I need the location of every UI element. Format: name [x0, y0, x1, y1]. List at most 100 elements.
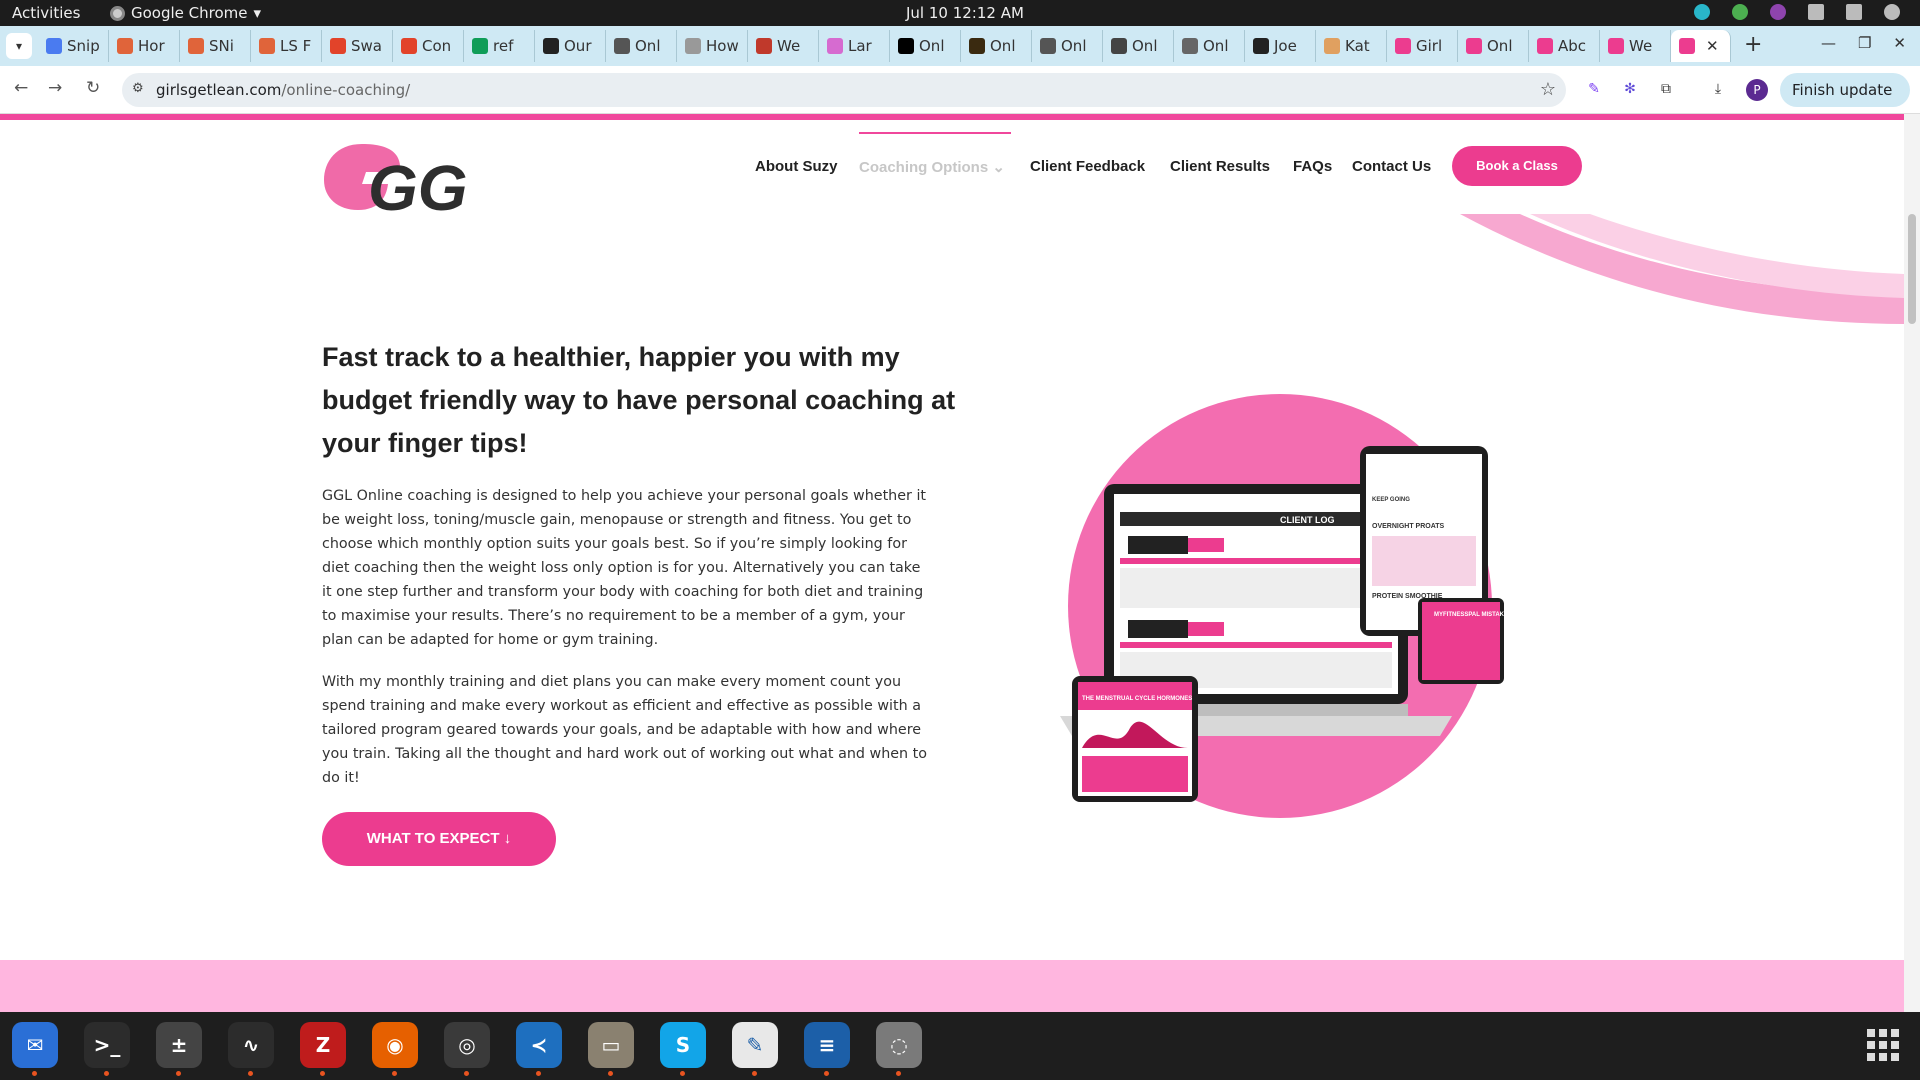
browser-tab[interactable]: Onl: [961, 30, 1032, 62]
dock-skype-icon[interactable]: S: [660, 1022, 706, 1076]
browser-tab[interactable]: Kat: [1316, 30, 1387, 62]
site-info-icon[interactable]: ⚙: [132, 81, 144, 96]
browser-tab[interactable]: Abc: [1529, 30, 1600, 62]
nav-faqs[interactable]: FAQs: [1293, 158, 1332, 175]
power-icon[interactable]: [1884, 4, 1900, 20]
browser-tab[interactable]: Onl: [1103, 30, 1174, 62]
scrollbar-thumb[interactable]: [1908, 214, 1916, 324]
network-icon[interactable]: [1808, 4, 1824, 20]
running-indicator: [536, 1071, 541, 1076]
url-text[interactable]: girlsgetlean.com/online-coaching/: [156, 81, 410, 99]
address-bar[interactable]: ⚙ girlsgetlean.com/online-coaching/ ☆: [122, 73, 1566, 107]
browser-tab[interactable]: Onl: [1174, 30, 1245, 62]
browser-tab[interactable]: Joe: [1245, 30, 1316, 62]
app-menu[interactable]: Google Chrome ▾: [110, 4, 261, 22]
tab-label: Hor: [138, 37, 165, 55]
reload-icon[interactable]: ↻: [86, 78, 100, 98]
chrome-icon: [110, 5, 125, 21]
dock-calculator-icon[interactable]: ±: [156, 1022, 202, 1076]
tab-label: SNi: [209, 37, 234, 55]
dock-files-icon[interactable]: ▭: [588, 1022, 634, 1076]
browser-tab[interactable]: ref: [464, 30, 535, 62]
gear-extension-icon[interactable]: ✻: [1620, 79, 1640, 99]
dock-firefox-icon[interactable]: ◉: [372, 1022, 418, 1076]
running-indicator: [320, 1071, 325, 1076]
browser-tab[interactable]: LS F: [251, 30, 322, 62]
browser-tab[interactable]: Swa: [322, 30, 393, 62]
update-icon[interactable]: [1694, 4, 1710, 20]
tab-favicon-icon: [1537, 38, 1553, 54]
browser-tab[interactable]: Lar: [819, 30, 890, 62]
browser-tab[interactable]: Onl: [606, 30, 677, 62]
running-indicator: [752, 1071, 757, 1076]
browser-toolbar: ← → ↻ ⚙ girlsgetlean.com/online-coaching…: [0, 66, 1920, 133]
browser-tab[interactable]: Con: [393, 30, 464, 62]
chevron-down-icon: ⌄: [992, 159, 1005, 176]
back-icon[interactable]: ←: [14, 78, 28, 98]
running-indicator: [392, 1071, 397, 1076]
dock-terminal-icon[interactable]: >_: [84, 1022, 130, 1076]
dock-thunderbird-icon[interactable]: ✉: [12, 1022, 58, 1076]
check-icon[interactable]: [1732, 4, 1748, 20]
tab-label: Our: [564, 37, 592, 55]
dock-vscode-icon[interactable]: ≺: [516, 1022, 562, 1076]
browser-tab[interactable]: Hor: [109, 30, 180, 62]
tab-list: Snip Hor SNi LS F Swa Con ref Our Onl How We Lar Onl…: [38, 30, 1731, 62]
dock-disks-icon[interactable]: ◌: [876, 1022, 922, 1076]
browser-tab[interactable]: Girl: [1387, 30, 1458, 62]
running-indicator: [248, 1071, 253, 1076]
nav-coaching-options[interactable]: Coaching Options ⌄: [859, 132, 1011, 176]
nav-about[interactable]: About Suzy: [755, 158, 838, 175]
browser-tab[interactable]: How: [677, 30, 748, 62]
browser-tab[interactable]: Onl: [1458, 30, 1529, 62]
finish-update-button[interactable]: Finish update ⋮: [1780, 73, 1910, 133]
system-dock: ✉ >_ ± ∿ Z ◉ ◎ ≺ ▭ S ✎ ≡ ◌: [0, 1012, 1920, 1080]
clock[interactable]: Jul 10 12:12 AM: [906, 4, 1024, 22]
book-class-button[interactable]: Book a Class: [1452, 146, 1582, 186]
browser-tab[interactable]: SNi: [180, 30, 251, 62]
tab-favicon-icon: [1324, 38, 1340, 54]
dock-text-editor-icon[interactable]: ✎: [732, 1022, 778, 1076]
dock-libreoffice-writer-icon[interactable]: ≡: [804, 1022, 850, 1076]
forward-icon[interactable]: →: [48, 78, 62, 98]
site-logo[interactable]: GGL: [322, 132, 507, 224]
bookmark-star-icon[interactable]: ☆: [1540, 79, 1556, 100]
pen-extension-icon[interactable]: ✎: [1584, 79, 1604, 99]
volume-icon[interactable]: [1846, 4, 1862, 20]
browser-tab[interactable]: We: [1600, 30, 1671, 62]
plans-paragraph: With my monthly training and diet plans …: [322, 674, 928, 786]
intro-paragraph: GGL Online coaching is designed to help …: [322, 488, 927, 648]
browser-tab-active[interactable]: ✕: [1671, 30, 1731, 62]
minimize-icon[interactable]: —: [1821, 34, 1836, 52]
mfp-mistakes-label: MYFITNESSPAL MISTAKES: [1434, 612, 1512, 618]
download-icon[interactable]: ⤓: [1708, 79, 1728, 99]
tab-favicon-icon: [614, 38, 630, 54]
tab-label: We: [777, 37, 801, 55]
show-apps-icon[interactable]: [1866, 1028, 1900, 1062]
system-tray[interactable]: [1694, 4, 1900, 20]
close-tab-icon[interactable]: ✕: [1706, 37, 1719, 55]
profile-avatar[interactable]: P: [1746, 79, 1768, 101]
tab-favicon-icon: [543, 38, 559, 54]
activities-button[interactable]: Activities: [12, 4, 80, 22]
dock-filezilla-icon[interactable]: Z: [300, 1022, 346, 1076]
dock-system-monitor-icon[interactable]: ∿: [228, 1022, 274, 1076]
tab-search-button[interactable]: ▾: [6, 33, 32, 59]
close-icon[interactable]: ✕: [1893, 34, 1906, 52]
extension-icon[interactable]: [1770, 4, 1786, 20]
new-tab-button[interactable]: +: [1744, 32, 1762, 57]
browser-tab[interactable]: Onl: [1032, 30, 1103, 62]
puzzle-extensions-icon[interactable]: ⧉: [1656, 79, 1676, 99]
nav-contact[interactable]: Contact Us: [1352, 158, 1431, 175]
tab-label: ref: [493, 37, 514, 55]
what-to-expect-button[interactable]: WHAT TO EXPECT ↓: [322, 812, 556, 866]
nav-client-results[interactable]: Client Results: [1170, 158, 1270, 175]
browser-tab[interactable]: We: [748, 30, 819, 62]
page-scrollbar[interactable]: [1904, 114, 1920, 1012]
browser-tab[interactable]: Our: [535, 30, 606, 62]
maximize-icon[interactable]: ❐: [1858, 34, 1871, 52]
dock-chrome-icon[interactable]: ◎: [444, 1022, 490, 1076]
browser-tab[interactable]: Snip: [38, 30, 109, 62]
browser-tab[interactable]: Onl: [890, 30, 961, 62]
nav-client-feedback[interactable]: Client Feedback: [1030, 158, 1145, 175]
